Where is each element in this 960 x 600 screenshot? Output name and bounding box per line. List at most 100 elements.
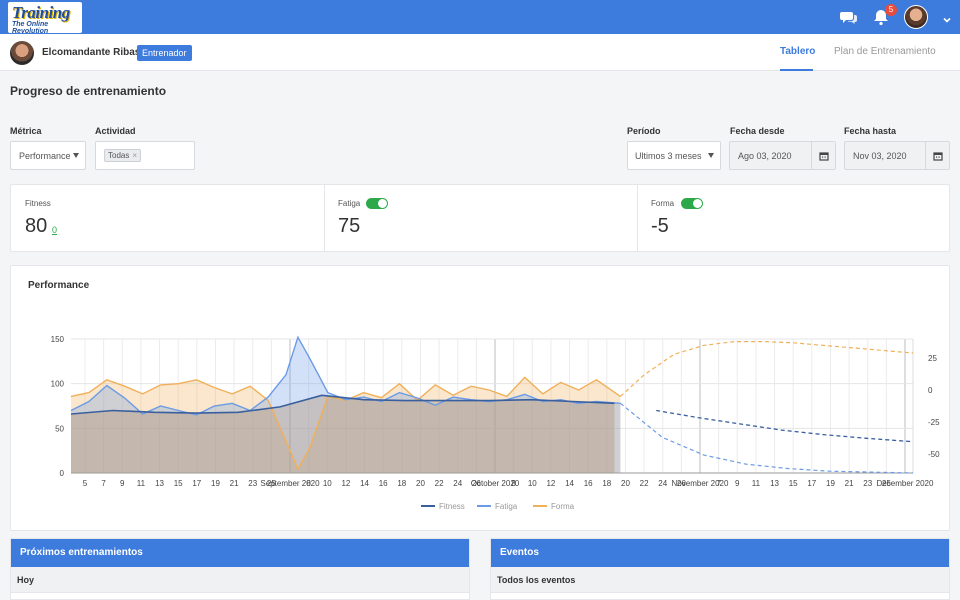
x-tick-label: 9 [735, 479, 740, 488]
user-avatar[interactable] [904, 5, 928, 29]
metric-label: Métrica [10, 126, 42, 136]
app-logo[interactable]: Training The Online Revolution [8, 2, 82, 33]
fatigue-card: Fatiga 75 [324, 185, 637, 251]
x-tick-label: 19 [826, 479, 835, 488]
tab-tablero[interactable]: Tablero [780, 46, 815, 57]
fatigue-label: Fatiga [338, 199, 361, 208]
x-tick-label: 23 [248, 479, 257, 488]
events-title: Eventos [491, 539, 949, 567]
x-tick-label: 13 [155, 479, 164, 488]
coach-name: Elcomandante Ribas [42, 47, 141, 58]
notifications-bell-icon[interactable]: 5 [872, 4, 897, 26]
legend-label-forma: Forma [551, 502, 575, 511]
chevron-down-icon [708, 153, 714, 158]
form-toggle[interactable] [681, 198, 703, 209]
x-tick-label: 12 [341, 479, 350, 488]
chevron-down-icon[interactable] [942, 12, 952, 23]
x-tick-label: 8 [306, 479, 311, 488]
x-tick-label: 23 [863, 479, 872, 488]
x-tick-label: 8 [511, 479, 516, 488]
chevron-down-icon [73, 153, 79, 158]
x-tick-label: 7 [716, 479, 721, 488]
fitness-delta[interactable]: 0 [52, 225, 57, 235]
x-tick-label: 10 [528, 479, 537, 488]
fitness-card: Fitness 80 0 [11, 185, 324, 251]
metric-select[interactable]: Performance [10, 141, 86, 170]
upcoming-today-header: Hoy [11, 567, 469, 593]
x-tick-label: 11 [137, 479, 146, 488]
x-tick-label: 11 [752, 479, 761, 488]
x-tick-label: 14 [360, 479, 369, 488]
x-tick-label: 18 [397, 479, 406, 488]
active-tab-indicator [780, 69, 813, 71]
x-tick-label: 16 [584, 479, 593, 488]
forma-projection-line [619, 341, 914, 397]
calendar-icon[interactable] [811, 142, 835, 169]
x-tick-label: 20 [621, 479, 630, 488]
x-tick-label: 21 [845, 479, 854, 488]
legend-label-fatiga: Fatiga [495, 502, 518, 511]
x-tick-label: 22 [435, 479, 444, 488]
x-tick-label: 20 [416, 479, 425, 488]
upcoming-trainings-panel: Próximos entrenamientos Hoy [10, 538, 470, 600]
all-events-header: Todos los eventos [491, 567, 949, 593]
date-to-value: Nov 03, 2020 [853, 150, 907, 161]
form-value: -5 [651, 215, 669, 237]
chat-icon[interactable] [840, 8, 858, 26]
date-from-value: Ago 03, 2020 [738, 150, 792, 161]
x-tick-label: December 2020 [877, 479, 934, 488]
legend-label-fitness: Fitness [439, 502, 465, 511]
date-from-label: Fecha desde [730, 126, 785, 136]
logo-wordmark: Training [12, 3, 70, 22]
activity-tag: Todas × [104, 149, 142, 162]
x-tick-label: 21 [230, 479, 239, 488]
fitness-label: Fitness [25, 199, 51, 208]
period-label: Período [627, 126, 661, 136]
performance-chart-card: Performance 0 50 100 150 -50 -25 0 25 5 7 9 11 13 15 1… [10, 265, 950, 531]
summary-cards: Fitness 80 0 Fatiga 75 Forma -5 [10, 184, 950, 252]
date-to-input[interactable]: Nov 03, 2020 [844, 141, 950, 170]
role-badge: Entrenador [137, 45, 192, 61]
top-navbar: Training The Online Revolution 5 [0, 0, 960, 34]
upcoming-trainings-title: Próximos entrenamientos [11, 539, 469, 567]
fatigue-toggle[interactable] [366, 198, 388, 209]
x-tick-label: 9 [120, 479, 125, 488]
y-tick-label-right: -25 [928, 418, 940, 427]
x-tick-label: 10 [323, 479, 332, 488]
x-tick-label: 7 [101, 479, 106, 488]
y-tick-label-right: 0 [928, 386, 933, 395]
events-panel: Eventos Todos los eventos [490, 538, 950, 600]
x-tick-label: 15 [789, 479, 798, 488]
period-select[interactable]: Ultimos 3 meses [627, 141, 721, 170]
fitness-value: 80 [25, 215, 48, 237]
page-title: Progreso de entrenamiento [10, 84, 167, 98]
top-actions: 5 [840, 4, 952, 30]
period-value: Ultimos 3 meses [635, 150, 702, 161]
y-tick-label-right: 25 [928, 354, 937, 363]
y-tick-label-left: 50 [55, 424, 64, 433]
activity-multiselect[interactable]: Todas × [95, 141, 195, 170]
x-tick-label: 13 [770, 479, 779, 488]
form-card: Forma -5 [637, 185, 949, 251]
x-tick-label: 19 [211, 479, 220, 488]
calendar-icon[interactable] [925, 142, 949, 169]
x-tick-label: 16 [379, 479, 388, 488]
tag-remove-icon[interactable]: × [132, 151, 137, 160]
performance-chart[interactable]: 050100150-50-250255 7 9 11 13 15 17 19 21 23 25Sep… [11, 266, 951, 532]
fatigue-value: 75 [338, 215, 361, 237]
x-tick-label: 18 [602, 479, 611, 488]
x-tick-label: 24 [453, 479, 462, 488]
x-tick-label: 17 [192, 479, 201, 488]
tab-plan-entrenamiento[interactable]: Plan de Entrenamiento [834, 46, 936, 57]
y-tick-label-left: 100 [51, 380, 65, 389]
form-label: Forma [651, 199, 675, 208]
x-tick-label: 5 [83, 479, 88, 488]
x-tick-label: 17 [807, 479, 816, 488]
x-tick-label: 14 [565, 479, 574, 488]
activity-tag-label: Todas [108, 151, 130, 160]
date-from-input[interactable]: Ago 03, 2020 [729, 141, 836, 170]
coach-avatar [10, 41, 34, 65]
x-tick-label: 24 [658, 479, 667, 488]
x-tick-label: 15 [174, 479, 183, 488]
metric-value: Performance [19, 150, 71, 161]
